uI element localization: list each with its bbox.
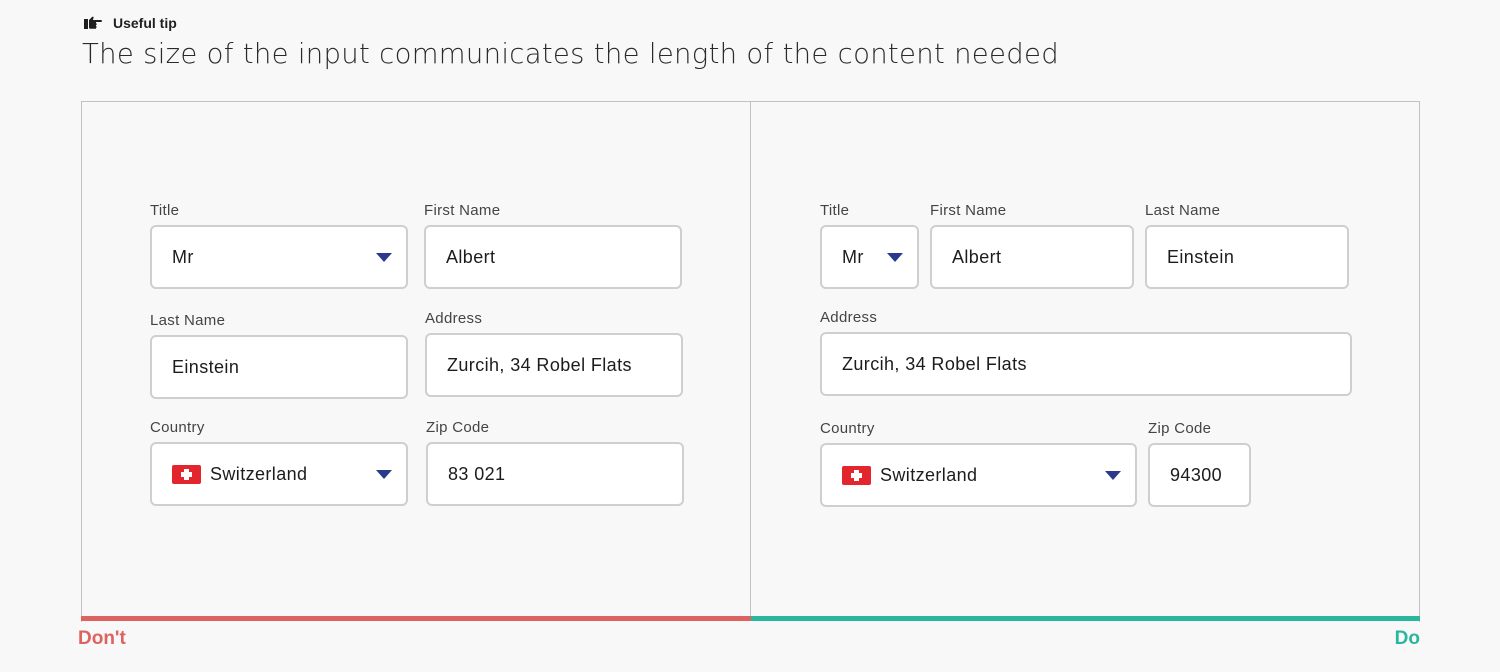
country-value: Switzerland <box>842 465 977 486</box>
input-value: Einstein <box>172 356 240 377</box>
input-value: Zurcih, 34 Robel Flats <box>447 354 632 375</box>
input-value: Einstein <box>1167 246 1235 267</box>
country-select[interactable]: Switzerland <box>820 443 1137 507</box>
input-value: Albert <box>446 246 496 267</box>
tip-label: Useful tip <box>113 15 177 31</box>
field-label: Zip Code <box>1148 420 1212 437</box>
input-value: 94300 <box>1170 464 1223 485</box>
zip-input[interactable]: 94300 <box>1148 443 1251 507</box>
useful-tip: Useful tip <box>82 15 177 31</box>
field-label: Address <box>820 309 878 326</box>
do-label: Do <box>1394 628 1420 649</box>
select-value: Switzerland <box>880 464 978 485</box>
input-value: 83 021 <box>448 463 506 484</box>
swiss-flag-icon <box>172 464 201 484</box>
country-select[interactable]: Switzerland <box>150 442 408 506</box>
field-label: Title <box>150 202 180 219</box>
dont-indicator-bar <box>81 616 751 621</box>
field-label: Address <box>425 310 483 327</box>
input-value: Albert <box>952 246 1002 267</box>
dont-label: Don't <box>78 628 126 649</box>
last-name-input[interactable]: Einstein <box>150 335 408 399</box>
pointing-hand-icon <box>82 15 104 31</box>
chevron-down-icon <box>887 252 903 262</box>
field-label: Title <box>820 202 850 219</box>
page-title: The size of the input communicates the l… <box>82 38 1059 70</box>
chevron-down-icon <box>376 469 392 479</box>
chevron-down-icon <box>376 252 392 262</box>
select-value: Mr <box>172 246 194 267</box>
first-name-input[interactable]: Albert <box>930 225 1134 289</box>
country-value: Switzerland <box>172 464 307 485</box>
address-input[interactable]: Zurcih, 34 Robel Flats <box>820 332 1352 396</box>
field-label: First Name <box>424 202 501 219</box>
select-value: Mr <box>842 246 864 267</box>
zip-input[interactable]: 83 021 <box>426 442 684 506</box>
chevron-down-icon <box>1105 470 1121 480</box>
field-label: Country <box>150 419 205 436</box>
first-name-input[interactable]: Albert <box>424 225 682 289</box>
field-label: Last Name <box>150 312 226 329</box>
panel-divider <box>750 101 751 617</box>
input-value: Zurcih, 34 Robel Flats <box>842 353 1027 374</box>
address-input[interactable]: Zurcih, 34 Robel Flats <box>425 333 683 397</box>
field-label: Zip Code <box>426 419 490 436</box>
title-select[interactable]: Mr <box>150 225 408 289</box>
field-label: Last Name <box>1145 202 1221 219</box>
field-label: First Name <box>930 202 1007 219</box>
title-select[interactable]: Mr <box>820 225 919 289</box>
swiss-flag-icon <box>842 465 871 485</box>
do-indicator-bar <box>751 616 1420 621</box>
last-name-input[interactable]: Einstein <box>1145 225 1349 289</box>
field-label: Country <box>820 420 875 437</box>
select-value: Switzerland <box>210 463 308 484</box>
